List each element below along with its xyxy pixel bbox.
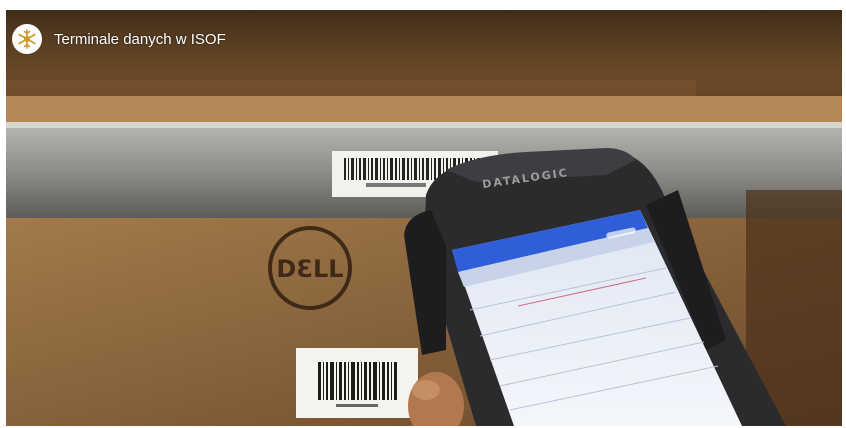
video-player[interactable]: DƐLL DATALOGIC Terminale danych w ISOF bbox=[6, 10, 842, 426]
snowflake-logo-icon bbox=[18, 29, 36, 49]
video-title-bar: Terminale danych w ISOF bbox=[12, 24, 226, 54]
box-barcode-label bbox=[296, 348, 418, 418]
video-title[interactable]: Terminale danych w ISOF bbox=[54, 31, 226, 48]
channel-avatar[interactable] bbox=[12, 24, 42, 54]
svg-text:DƐLL: DƐLL bbox=[276, 255, 343, 283]
